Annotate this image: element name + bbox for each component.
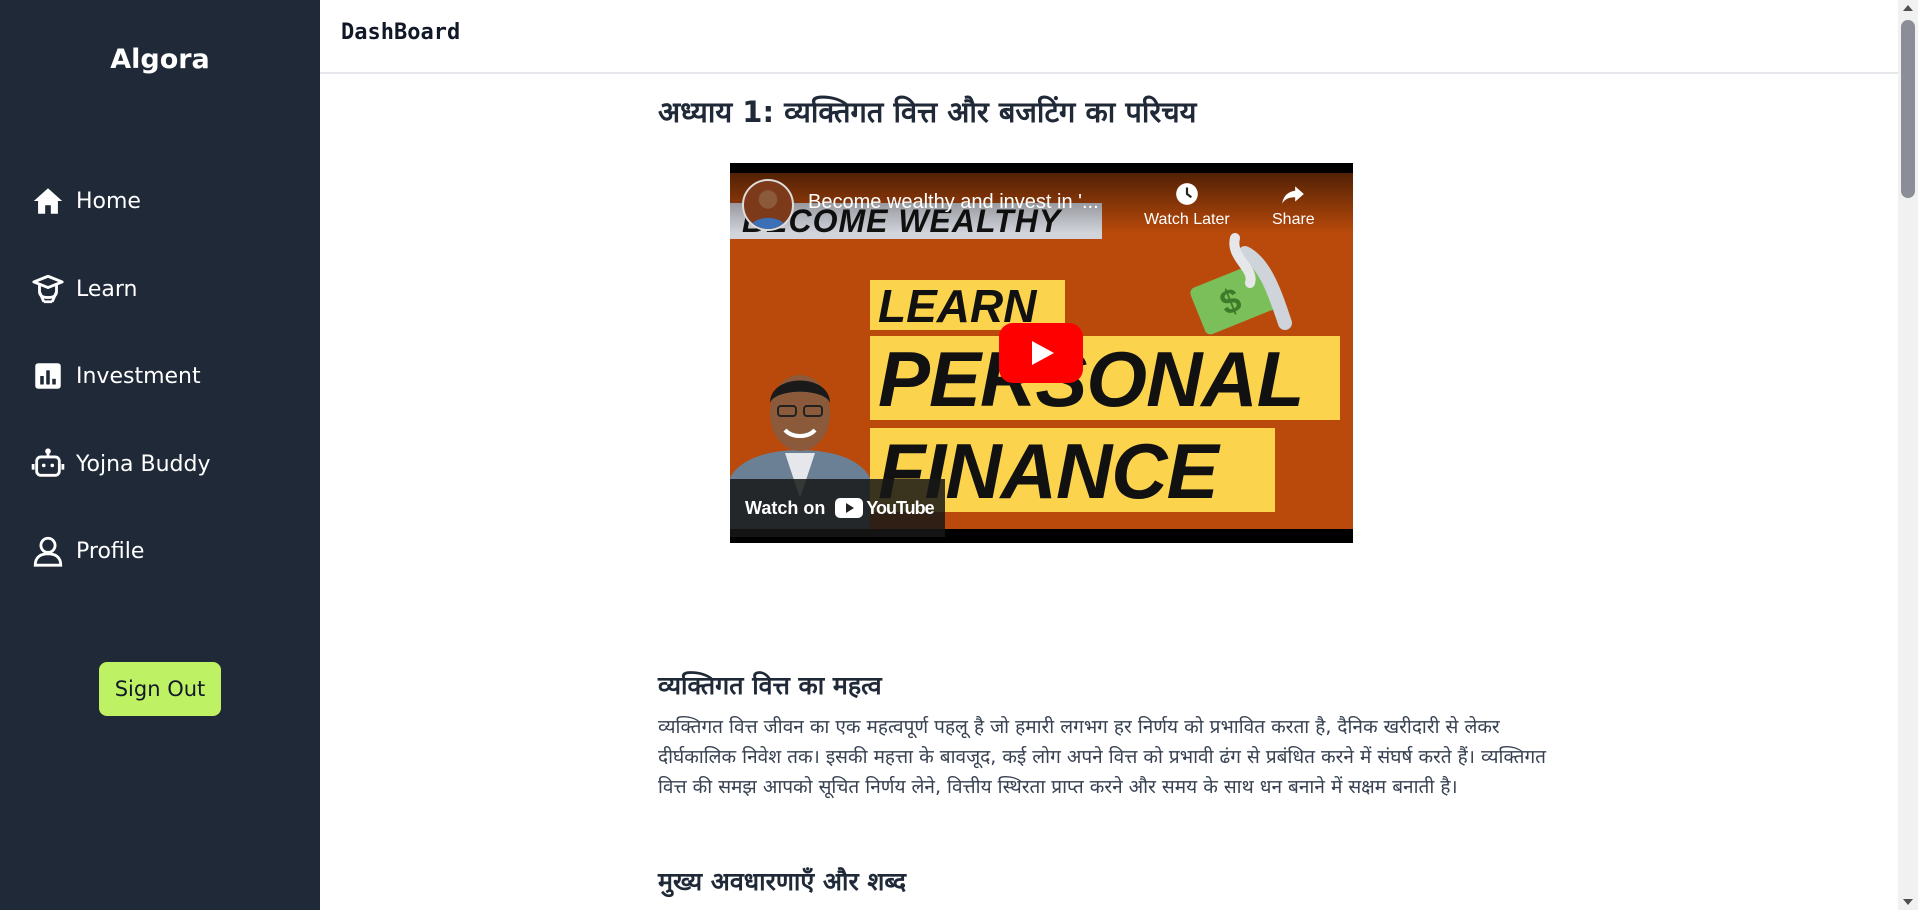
sidebar-item-label: Learn xyxy=(76,276,138,302)
watch-later-label: Watch Later xyxy=(1144,211,1230,228)
bar-chart-icon xyxy=(28,356,68,396)
main-content: अध्याय 1: व्यक्तिगत वित्त और बजटिंग का प… xyxy=(658,94,1558,132)
money-icon: $ xyxy=(1190,233,1292,335)
share-icon xyxy=(1282,186,1305,204)
sidebar-item-label: Profile xyxy=(76,538,145,564)
sidebar-item-label: Investment xyxy=(76,363,201,389)
thumb-personal-text: PERSONAL xyxy=(870,336,1340,422)
scroll-down-arrow-icon[interactable] xyxy=(1903,899,1913,905)
sign-out-button[interactable]: Sign Out xyxy=(99,662,221,716)
video-title[interactable]: Become wealthy and invest in '... xyxy=(808,191,1128,214)
sidebar-item-label: Home xyxy=(76,188,141,214)
watch-later-button[interactable]: Watch Later xyxy=(1144,181,1230,229)
youtube-wordmark: YouTube xyxy=(866,497,934,518)
watch-on-youtube-button[interactable]: Watch on YouTube xyxy=(730,479,945,537)
share-button[interactable]: Share xyxy=(1272,181,1315,229)
section-heading: व्यक्तिगत वित्त का महत्व xyxy=(658,671,882,700)
sidebar-item-profile[interactable]: Profile xyxy=(28,527,288,575)
sidebar-item-yojna-buddy[interactable]: Yojna Buddy xyxy=(28,440,288,488)
section-paragraph: व्यक्तिगत वित्त जीवन का एक महत्वपूर्ण पह… xyxy=(658,716,1546,798)
youtube-video-embed[interactable]: BECOME WEALTHY $ LEARN PERSONAL FINANCE … xyxy=(730,163,1353,543)
page-scrollbar[interactable] xyxy=(1898,0,1918,910)
share-label: Share xyxy=(1272,211,1315,228)
sidebar-item-home[interactable]: Home xyxy=(28,177,288,225)
section-heading: मुख्य अवधारणाएँ और शब्द xyxy=(658,867,907,896)
youtube-logo-icon: YouTube xyxy=(835,497,935,519)
scroll-up-arrow-icon[interactable] xyxy=(1903,5,1913,11)
top-bar: DashBoard xyxy=(320,0,1898,74)
sidebar-item-learn[interactable]: Learn xyxy=(28,265,288,313)
sidebar-item-investment[interactable]: Investment xyxy=(28,352,288,400)
play-button-icon[interactable] xyxy=(999,323,1083,383)
chapter-title: अध्याय 1: व्यक्तिगत वित्त और बजटिंग का प… xyxy=(658,95,1197,129)
robot-icon xyxy=(28,444,68,484)
page-title: DashBoard xyxy=(341,20,461,45)
scroll-thumb[interactable] xyxy=(1901,20,1915,198)
sidebar: Algora Home Learn Investment Yojna Buddy… xyxy=(0,0,320,910)
clock-icon xyxy=(1175,183,1198,205)
video-title-bar: Become wealthy and invest in '... Watch … xyxy=(730,163,1353,233)
channel-avatar[interactable] xyxy=(742,179,794,231)
sidebar-item-label: Yojna Buddy xyxy=(76,451,211,477)
home-icon xyxy=(28,181,68,221)
watch-on-label: Watch on xyxy=(745,497,826,518)
graduation-cap-icon xyxy=(28,269,68,309)
brand-logo[interactable]: Algora xyxy=(0,44,320,75)
user-icon xyxy=(28,531,68,571)
